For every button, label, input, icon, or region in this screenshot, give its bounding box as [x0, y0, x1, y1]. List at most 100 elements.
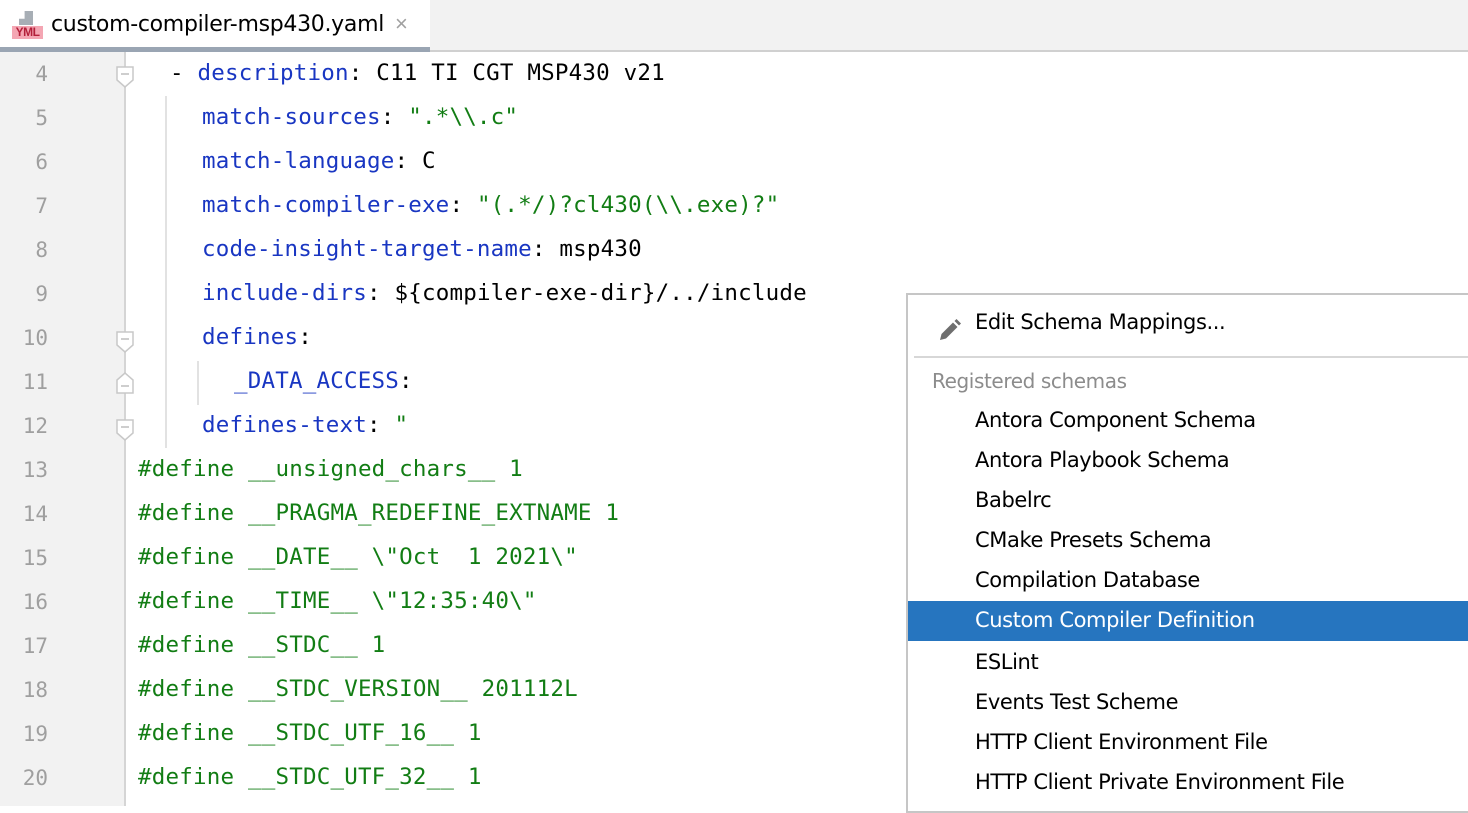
- fold-collapse-icon[interactable]: [116, 419, 134, 441]
- string-literal: #define __STDC_UTF_16__ 1: [138, 720, 482, 746]
- indent-guide: [165, 96, 167, 448]
- schema-item[interactable]: Babelrc: [908, 481, 1468, 521]
- string-literal: #define __STDC_UTF_32__ 1: [138, 764, 482, 790]
- code-line[interactable]: #define __DATE__ \"Oct 1 2021\": [138, 544, 578, 570]
- code-line[interactable]: - description: C11 TI CGT MSP430 v21: [170, 60, 665, 86]
- line-number: 15: [22, 546, 48, 570]
- string-literal: "(.*/)?cl430(\\.exe)?": [476, 192, 780, 218]
- schema-item[interactable]: Events Test Scheme: [908, 683, 1468, 723]
- string-literal: #define __PRAGMA_REDEFINE_EXTNAME 1: [138, 500, 620, 526]
- editor-tab[interactable]: YML custom-compiler-msp430.yaml ×: [0, 0, 430, 52]
- plain-text: :: [298, 324, 312, 350]
- plain-text: -: [170, 60, 198, 86]
- code-line[interactable]: defines-text: ": [202, 412, 408, 438]
- line-number: 6: [35, 150, 48, 174]
- tab-title: custom-compiler-msp430.yaml: [51, 12, 385, 37]
- plain-text: :: [366, 412, 395, 438]
- schema-item-label: Antora Component Schema: [975, 408, 1256, 432]
- schema-item[interactable]: Antora Component Schema: [908, 401, 1468, 441]
- line-number: 8: [35, 238, 48, 262]
- edit-schema-mappings-item[interactable]: Edit Schema Mappings...: [908, 303, 1468, 343]
- fold-collapse-icon[interactable]: [116, 66, 134, 88]
- line-number: 20: [22, 766, 48, 790]
- plain-text: : ${compiler-exe-dir}/../include: [366, 280, 807, 306]
- code-line[interactable]: #define __STDC__ 1: [138, 632, 385, 658]
- string-literal: #define __unsigned_chars__ 1: [138, 456, 523, 482]
- code-line[interactable]: #define __unsigned_chars__ 1: [138, 456, 523, 482]
- yaml-key: defines: [202, 324, 299, 350]
- line-number: 19: [22, 722, 48, 746]
- code-line[interactable]: defines:: [202, 324, 312, 350]
- menu-separator: [914, 356, 1468, 358]
- plain-text: :: [449, 192, 477, 218]
- yaml-key: code-insight-target-name: [202, 236, 532, 262]
- schema-item-label: Antora Playbook Schema: [975, 448, 1230, 472]
- yaml-key: description: [197, 60, 349, 86]
- indent-guide: [197, 361, 199, 405]
- pencil-icon: [940, 319, 961, 340]
- close-icon[interactable]: ×: [395, 11, 408, 37]
- string-literal: #define __STDC__ 1: [138, 632, 386, 658]
- line-number: 7: [35, 194, 48, 218]
- string-literal: #define __TIME__ \"12:35:40\": [138, 588, 537, 614]
- schema-item[interactable]: Custom Compiler Definition: [908, 601, 1468, 641]
- code-line[interactable]: #define __STDC_UTF_16__ 1: [138, 720, 482, 746]
- fold-collapse-icon[interactable]: [116, 331, 134, 353]
- line-number: 14: [22, 502, 48, 526]
- code-line[interactable]: _DATA_ACCESS:: [234, 368, 413, 394]
- string-literal: ": [394, 412, 409, 438]
- registered-schemas-header: Registered schemas: [932, 369, 1127, 393]
- line-number: 9: [35, 282, 48, 306]
- string-literal: ".*\\.c": [408, 104, 519, 130]
- line-number: 12: [22, 414, 48, 438]
- yaml-key: _DATA_ACCESS: [234, 368, 399, 394]
- plain-text: :: [380, 104, 409, 130]
- code-line[interactable]: #define __STDC_VERSION__ 201112L: [138, 676, 578, 702]
- yaml-key: match-language: [202, 148, 395, 174]
- string-literal: #define __DATE__ \"Oct 1 2021\": [138, 544, 578, 570]
- yaml-key: defines-text: [202, 412, 367, 438]
- plain-text: : msp430: [531, 236, 642, 262]
- schema-item[interactable]: Compilation Database: [908, 561, 1468, 601]
- code-line[interactable]: match-compiler-exe: "(.*/)?cl430(\\.exe)…: [202, 192, 779, 218]
- schema-item-label: HTTP Client Environment File: [975, 730, 1268, 754]
- code-line[interactable]: code-insight-target-name: msp430: [202, 236, 642, 262]
- plain-text: : C: [394, 148, 436, 174]
- schema-item-label: Compilation Database: [975, 568, 1200, 592]
- code-line[interactable]: include-dirs: ${compiler-exe-dir}/../inc…: [202, 280, 807, 306]
- schema-item-label: CMake Presets Schema: [975, 528, 1212, 552]
- schema-popup-menu: Edit Schema Mappings... Registered schem…: [906, 293, 1468, 813]
- yaml-key: include-dirs: [202, 280, 367, 306]
- schema-item[interactable]: HTTP Client Private Environment File: [908, 763, 1468, 803]
- editor-tab-bar: YML custom-compiler-msp430.yaml ×: [0, 0, 1468, 52]
- plain-text: :: [398, 368, 413, 394]
- schema-item[interactable]: HTTP Client Environment File: [908, 723, 1468, 763]
- yaml-key: match-sources: [202, 104, 381, 130]
- line-number: 13: [22, 458, 48, 482]
- fold-end-icon[interactable]: [116, 372, 134, 394]
- yaml-file-icon: YML: [12, 11, 44, 41]
- line-number: 5: [35, 106, 48, 130]
- schema-item-label: ESLint: [975, 650, 1039, 674]
- code-line[interactable]: #define __TIME__ \"12:35:40\": [138, 588, 537, 614]
- yaml-key: match-compiler-exe: [202, 192, 450, 218]
- schema-item[interactable]: ESLint: [908, 643, 1468, 683]
- schema-item-label: Events Test Scheme: [975, 690, 1179, 714]
- line-number: 4: [35, 62, 48, 86]
- schema-item[interactable]: Antora Playbook Schema: [908, 441, 1468, 481]
- schema-item-label: Babelrc: [975, 488, 1052, 512]
- plain-text: : C11 TI CGT MSP430 v21: [348, 60, 665, 86]
- code-line[interactable]: #define __STDC_UTF_32__ 1: [138, 764, 482, 790]
- schema-item-label: Custom Compiler Definition: [975, 608, 1255, 632]
- string-literal: #define __STDC_VERSION__ 201112L: [138, 676, 578, 702]
- line-number: 11: [22, 370, 48, 394]
- line-number: 18: [22, 678, 48, 702]
- line-number: 17: [22, 634, 48, 658]
- line-number: 10: [22, 326, 48, 350]
- code-line[interactable]: #define __PRAGMA_REDEFINE_EXTNAME 1: [138, 500, 619, 526]
- code-line[interactable]: match-sources: ".*\\.c": [202, 104, 518, 130]
- schema-item[interactable]: CMake Presets Schema: [908, 521, 1468, 561]
- schema-item-label: HTTP Client Private Environment File: [975, 770, 1345, 794]
- code-line[interactable]: match-language: C: [202, 148, 436, 174]
- line-number: 16: [22, 590, 48, 614]
